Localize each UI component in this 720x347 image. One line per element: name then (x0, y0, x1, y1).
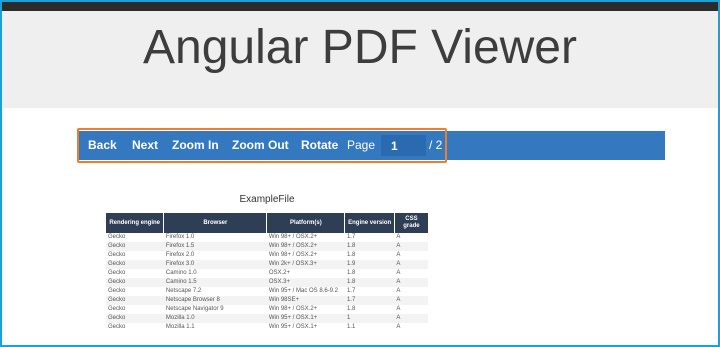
page-total: / 2 (429, 138, 443, 152)
table-cell: 1.8 (344, 278, 395, 287)
column-header: Platform(s) (266, 213, 346, 233)
table-cell: Gecko (108, 234, 126, 240)
table-cell: Gecko (106, 260, 164, 269)
table-cell: Win 95+ / OSX.1+ (266, 314, 345, 323)
table-cell: Win 98+ / OSX.2+ (268, 234, 318, 240)
table-cell: Win 2k+ / OSX.3+ (266, 260, 345, 269)
table-row: Gecko Netscape Browser 8 Win 98SE+ 1.7 A (106, 296, 428, 305)
next-button[interactable]: Next (132, 131, 158, 160)
app-frame: Angular PDF Viewer Back Next Zoom In Zoo… (0, 0, 720, 347)
table-cell: A (396, 306, 401, 312)
table-row: Gecko Firefox 1.5 Win 98+ / OSX.2+ 1.8 A (106, 242, 428, 251)
table-cell: Win 98+ / OSX.2+ (266, 242, 345, 251)
table-cell: 1.8 (346, 306, 356, 312)
table-row: Gecko Camino 1.0 OSX.2+ 1.8 A (106, 269, 428, 278)
table-cell: Firefox 1.5 (163, 242, 267, 251)
back-button[interactable]: Back (88, 131, 117, 160)
table-cell: Gecko (106, 242, 164, 251)
table-cell: Firefox 1.0 (165, 234, 195, 240)
table-cell: OSX.3+ (266, 278, 345, 287)
table-cell: 1.8 (344, 242, 395, 251)
page-label: Page (347, 138, 376, 152)
table-cell: Netscape 7.2 (165, 288, 202, 294)
table-cell: Gecko (106, 314, 164, 323)
table-cell: 1.7 (346, 234, 356, 240)
rotate-button[interactable]: Rotate (301, 131, 338, 160)
table-cell: Win 98+ / OSX.2+ (268, 306, 318, 312)
table-cell: Firefox 3.0 (163, 260, 267, 269)
table-cell: Win 95+ / Mac OS 8.6-9.2 (268, 288, 339, 294)
page-number-input[interactable] (381, 135, 426, 156)
table-cell: A (396, 288, 401, 294)
table-cell: 1.7 (346, 288, 356, 294)
table-row: Gecko Firefox 2.0 Win 98+ / OSX.2+ 1.8 A (106, 251, 428, 260)
table-cell: Gecko (106, 278, 164, 287)
zoom-in-button[interactable]: Zoom In (172, 131, 219, 160)
table-cell: A (394, 278, 428, 287)
table-cell: Camino 1.5 (163, 278, 267, 287)
table-header-row: Rendering engine Browser Platform(s) Eng… (106, 213, 428, 233)
table-cell: A (396, 234, 401, 240)
table-row: Gecko Firefox 1.0 Win 98+ / OSX.2+ 1.7 A (106, 233, 428, 242)
page-title: Angular PDF Viewer (143, 21, 577, 74)
top-bar (2, 2, 718, 11)
table-body: Gecko Firefox 1.0 Win 98+ / OSX.2+ 1.7 A Geck… (106, 233, 428, 332)
table-row: Gecko Netscape 7.2 Win 95+ / Mac OS 8.6-9.… (106, 287, 428, 296)
table-row: Gecko Firefox 3.0 Win 2k+ / OSX.3+ 1.9 A (106, 260, 428, 269)
table-cell: A (394, 296, 428, 305)
table-cell: 1 (344, 314, 395, 323)
table-cell: Gecko (108, 306, 126, 312)
table-row: Gecko Camino 1.5 OSX.3+ 1.8 A (106, 278, 428, 287)
table-cell: Win 95+ / OSX.1+ (268, 324, 318, 330)
table-cell: 1.1 (346, 324, 356, 330)
table-cell: Camino 1.0 (165, 270, 197, 276)
table-cell: Gecko (108, 324, 126, 330)
table-cell: Gecko (108, 270, 126, 276)
table-cell: Win 98SE+ (266, 296, 345, 305)
table-cell: 1.7 (344, 296, 395, 305)
column-header: Engine version (344, 213, 395, 233)
table-cell: OSX.2+ (268, 270, 290, 276)
table-cell: A (396, 270, 401, 276)
table-cell: A (394, 242, 428, 251)
table-cell: Firefox 2.0 (165, 252, 195, 258)
table-cell: Mozilla 1.0 (163, 314, 267, 323)
table-cell: Gecko (108, 288, 126, 294)
table-cell: Mozilla 1.1 (165, 324, 195, 330)
table-row: Gecko Mozilla 1.0 Win 95+ / OSX.1+ 1 A (106, 314, 428, 323)
table-row: Gecko Netscape Navigator 9 Win 98+ / OSX.2… (106, 305, 428, 314)
table-cell: 1.9 (344, 260, 395, 269)
table-cell: Gecko (106, 296, 164, 305)
page-header: Angular PDF Viewer (2, 11, 718, 108)
table-cell: A (396, 252, 401, 258)
document-title: ExampleFile (239, 194, 295, 205)
column-header: CSS grade (394, 213, 428, 233)
table-cell: A (394, 314, 428, 323)
table-cell: 1.8 (346, 270, 356, 276)
table-cell: Netscape Navigator 9 (165, 306, 224, 312)
table-cell: 1.8 (346, 252, 356, 258)
column-header: Rendering engine (106, 213, 165, 233)
table-cell: A (396, 324, 401, 330)
table-cell: Gecko (108, 252, 126, 258)
table-cell: Netscape Browser 8 (163, 296, 267, 305)
table-row: Gecko Mozilla 1.1 Win 95+ / OSX.1+ 1.1 A (106, 323, 428, 332)
column-header: Browser (163, 213, 268, 233)
table-cell: A (394, 260, 428, 269)
table-cell: Win 98+ / OSX.2+ (268, 252, 318, 258)
document-table: Rendering engine Browser Platform(s) Eng… (106, 213, 428, 332)
zoom-out-button[interactable]: Zoom Out (232, 131, 289, 160)
